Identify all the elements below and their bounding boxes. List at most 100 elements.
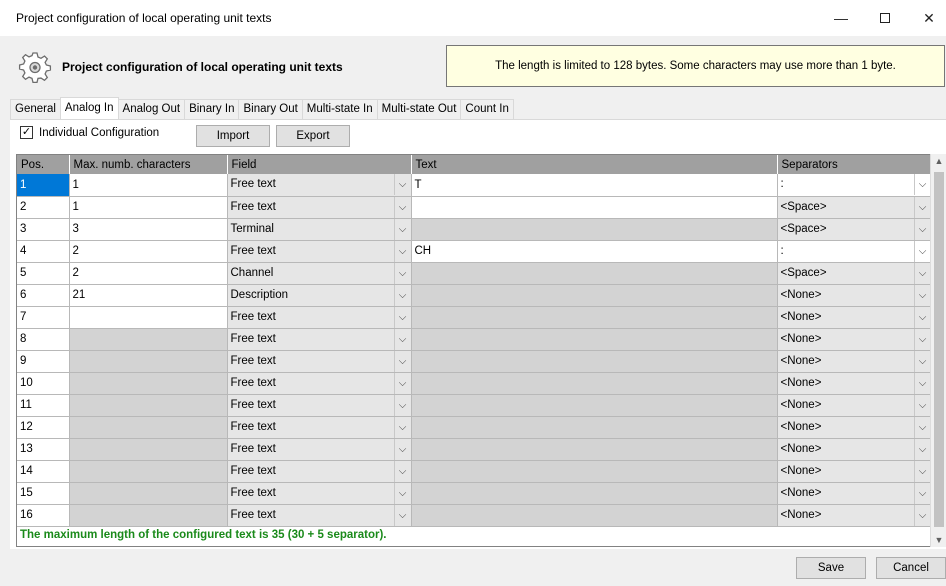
separator-dropdown[interactable]: <None> ⌵ xyxy=(777,504,932,527)
pos-cell[interactable]: 1 xyxy=(17,174,70,197)
minimize-button[interactable]: — xyxy=(818,0,864,36)
chevron-down-icon[interactable]: ⌵ xyxy=(913,174,930,195)
chevron-down-icon[interactable]: ⌵ xyxy=(913,306,930,327)
chevron-down-icon[interactable]: ⌵ xyxy=(393,240,410,261)
field-dropdown[interactable]: Free text ⌵ xyxy=(227,328,412,351)
pos-cell[interactable]: 14 xyxy=(17,460,70,483)
chevron-down-icon[interactable]: ⌵ xyxy=(393,196,410,217)
pos-cell[interactable]: 6 xyxy=(17,284,70,307)
tab-binary-in[interactable]: Binary In xyxy=(184,99,240,119)
chevron-down-icon[interactable]: ⌵ xyxy=(393,504,410,525)
text-cell[interactable]: CH xyxy=(411,240,778,263)
chevron-down-icon[interactable]: ⌵ xyxy=(913,482,930,503)
max-chars-cell[interactable]: 1 xyxy=(69,196,228,219)
separator-dropdown[interactable]: : ⌵ xyxy=(777,240,932,263)
chevron-down-icon[interactable]: ⌵ xyxy=(913,262,930,283)
separator-dropdown[interactable]: <Space> ⌵ xyxy=(777,262,932,285)
separator-dropdown[interactable]: <None> ⌵ xyxy=(777,372,932,395)
field-dropdown[interactable]: Free text ⌵ xyxy=(227,460,412,483)
max-chars-cell[interactable]: 2 xyxy=(69,240,228,263)
field-dropdown[interactable]: Description ⌵ xyxy=(227,284,412,307)
chevron-down-icon[interactable]: ⌵ xyxy=(393,438,410,459)
pos-cell[interactable]: 16 xyxy=(17,504,70,527)
chevron-down-icon[interactable]: ⌵ xyxy=(913,196,930,217)
max-chars-cell[interactable]: 21 xyxy=(69,284,228,307)
separator-dropdown[interactable]: <None> ⌵ xyxy=(777,460,932,483)
tab-analog-in[interactable]: Analog In xyxy=(59,97,119,119)
maximize-button[interactable] xyxy=(862,0,908,36)
max-chars-cell[interactable]: 2 xyxy=(69,262,228,285)
tab-multi-state-in[interactable]: Multi-state In xyxy=(301,99,378,119)
chevron-down-icon[interactable]: ⌵ xyxy=(393,306,410,327)
chevron-down-icon[interactable]: ⌵ xyxy=(913,350,930,371)
separator-dropdown[interactable]: <None> ⌵ xyxy=(777,328,932,351)
chevron-down-icon[interactable]: ⌵ xyxy=(393,482,410,503)
chevron-down-icon[interactable]: ⌵ xyxy=(393,372,410,393)
pos-cell[interactable]: 13 xyxy=(17,438,70,461)
field-dropdown[interactable]: Free text ⌵ xyxy=(227,306,412,329)
chevron-down-icon[interactable]: ⌵ xyxy=(393,284,410,305)
tab-multi-state-out[interactable]: Multi-state Out xyxy=(376,99,462,119)
separator-dropdown[interactable]: <Space> ⌵ xyxy=(777,218,932,241)
pos-cell[interactable]: 9 xyxy=(17,350,70,373)
chevron-down-icon[interactable]: ⌵ xyxy=(913,460,930,481)
pos-cell[interactable]: 11 xyxy=(17,394,70,417)
field-dropdown[interactable]: Free text ⌵ xyxy=(227,350,412,373)
field-dropdown[interactable]: Free text ⌵ xyxy=(227,416,412,439)
chevron-down-icon[interactable]: ⌵ xyxy=(913,394,930,415)
chevron-down-icon[interactable]: ⌵ xyxy=(393,460,410,481)
individual-config-checkbox[interactable]: ✓ xyxy=(20,126,33,139)
chevron-down-icon[interactable]: ⌵ xyxy=(913,240,930,261)
pos-cell[interactable]: 12 xyxy=(17,416,70,439)
pos-cell[interactable]: 7 xyxy=(17,306,70,329)
export-button[interactable]: Export xyxy=(276,125,350,147)
separator-dropdown[interactable]: <None> ⌵ xyxy=(777,394,932,417)
save-button[interactable]: Save xyxy=(796,557,866,579)
scroll-thumb[interactable] xyxy=(934,172,944,527)
separator-dropdown[interactable]: <None> ⌵ xyxy=(777,306,932,329)
field-dropdown[interactable]: Free text ⌵ xyxy=(227,504,412,527)
chevron-down-icon[interactable]: ⌵ xyxy=(393,174,410,195)
close-button[interactable]: ✕ xyxy=(906,0,946,36)
separator-dropdown[interactable]: : ⌵ xyxy=(777,174,932,197)
max-chars-cell[interactable] xyxy=(69,306,228,329)
pos-cell[interactable]: 4 xyxy=(17,240,70,263)
pos-cell[interactable]: 10 xyxy=(17,372,70,395)
pos-cell[interactable]: 3 xyxy=(17,218,70,241)
tab-general[interactable]: General xyxy=(10,99,61,119)
vertical-scrollbar[interactable]: ▲ ▼ xyxy=(930,154,946,547)
field-dropdown[interactable]: Free text ⌵ xyxy=(227,438,412,461)
chevron-down-icon[interactable]: ⌵ xyxy=(913,372,930,393)
field-dropdown[interactable]: Free text ⌵ xyxy=(227,482,412,505)
separator-dropdown[interactable]: <None> ⌵ xyxy=(777,284,932,307)
tab-binary-out[interactable]: Binary Out xyxy=(238,99,303,119)
chevron-down-icon[interactable]: ⌵ xyxy=(913,438,930,459)
pos-cell[interactable]: 8 xyxy=(17,328,70,351)
text-cell[interactable] xyxy=(411,196,778,219)
import-button[interactable]: Import xyxy=(196,125,270,147)
field-dropdown[interactable]: Free text ⌵ xyxy=(227,174,412,197)
separator-dropdown[interactable]: <None> ⌵ xyxy=(777,416,932,439)
pos-cell[interactable]: 15 xyxy=(17,482,70,505)
pos-cell[interactable]: 2 xyxy=(17,196,70,219)
tab-analog-out[interactable]: Analog Out xyxy=(117,99,186,119)
chevron-down-icon[interactable]: ⌵ xyxy=(393,350,410,371)
chevron-down-icon[interactable]: ⌵ xyxy=(913,284,930,305)
cancel-button[interactable]: Cancel xyxy=(876,557,946,579)
chevron-down-icon[interactable]: ⌵ xyxy=(393,416,410,437)
field-dropdown[interactable]: Terminal ⌵ xyxy=(227,218,412,241)
chevron-down-icon[interactable]: ⌵ xyxy=(913,504,930,525)
tab-count-in[interactable]: Count In xyxy=(460,99,514,119)
chevron-down-icon[interactable]: ⌵ xyxy=(393,394,410,415)
individual-config-row[interactable]: ✓ Individual Configuration xyxy=(20,126,159,139)
separator-dropdown[interactable]: <None> ⌵ xyxy=(777,350,932,373)
chevron-down-icon[interactable]: ⌵ xyxy=(913,416,930,437)
field-dropdown[interactable]: Free text ⌵ xyxy=(227,196,412,219)
separator-dropdown[interactable]: <None> ⌵ xyxy=(777,482,932,505)
separator-dropdown[interactable]: <None> ⌵ xyxy=(777,438,932,461)
separator-dropdown[interactable]: <Space> ⌵ xyxy=(777,196,932,219)
max-chars-cell[interactable]: 1 xyxy=(69,174,228,197)
field-dropdown[interactable]: Channel ⌵ xyxy=(227,262,412,285)
chevron-down-icon[interactable]: ⌵ xyxy=(393,328,410,349)
field-dropdown[interactable]: Free text ⌵ xyxy=(227,240,412,263)
